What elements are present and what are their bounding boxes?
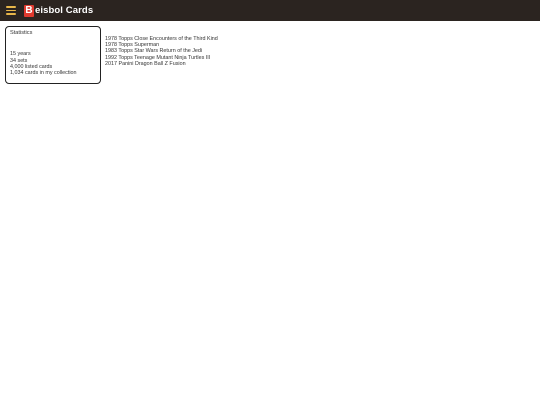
site-title: eisbol Cards bbox=[35, 4, 94, 16]
set-list-item[interactable]: 1992 Topps Teenage Mutant Ninja Turtles … bbox=[105, 55, 218, 61]
set-list-item[interactable]: 1983 Topps Star Wars Return of the Jedi bbox=[105, 48, 218, 54]
set-list-item[interactable]: 2017 Panini Dragon Ball Z Fusion bbox=[105, 61, 218, 67]
menu-bar-bottom bbox=[6, 13, 16, 15]
stat-collection-cards: 1,034 cards in my collection bbox=[10, 70, 77, 77]
menu-bar-middle bbox=[6, 9, 16, 12]
hamburger-menu-icon[interactable] bbox=[6, 6, 16, 15]
brand-home-link[interactable]: B eisbol Cards bbox=[24, 4, 93, 17]
statistics-title: Statistics bbox=[10, 30, 33, 36]
menu-bar-top bbox=[6, 6, 16, 8]
top-navigation-bar: B eisbol Cards bbox=[0, 0, 540, 21]
brand-logo-icon: B bbox=[24, 4, 34, 17]
card-set-list: 1978 Topps Close Encounters of the Third… bbox=[105, 36, 218, 67]
statistics-card: Statistics 15 years 34 sets 4,000 listed… bbox=[5, 26, 101, 84]
